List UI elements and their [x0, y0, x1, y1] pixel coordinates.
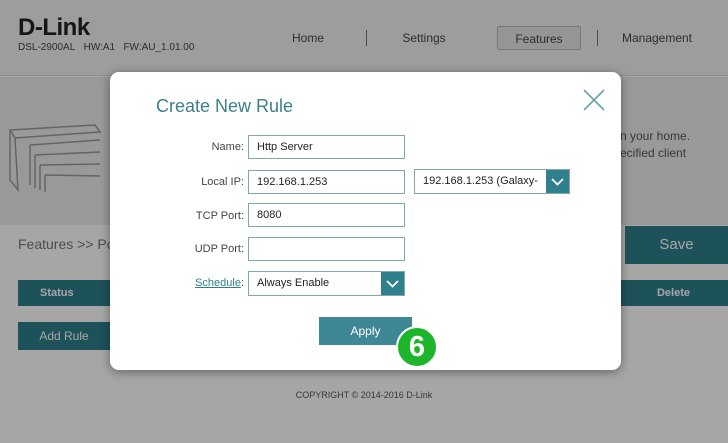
create-rule-dialog: Create New Rule Name: Local IP: 192.168.… — [110, 72, 621, 370]
schedule-colon: : — [240, 277, 244, 289]
dialog-title: Create New Rule — [156, 96, 294, 116]
chevron-down-icon — [381, 272, 404, 295]
local-ip-field[interactable] — [248, 170, 405, 194]
chevron-down-icon — [546, 170, 569, 193]
step-badge: 6 — [396, 326, 438, 368]
tcp-port-field[interactable] — [248, 203, 405, 227]
name-label: Name: — [211, 141, 244, 153]
schedule-select-value: Always Enable — [257, 277, 330, 289]
schedule-label: Schedule: — [122, 277, 244, 289]
schedule-link[interactable]: Schedule — [195, 277, 241, 289]
name-field[interactable] — [248, 135, 405, 159]
udp-port-field[interactable] — [248, 237, 405, 261]
udp-port-label: UDP Port: — [194, 243, 244, 255]
local-ip-select-value: 192.168.1.253 (Galaxy- — [423, 175, 538, 187]
local-ip-select[interactable]: 192.168.1.253 (Galaxy- — [414, 169, 570, 194]
schedule-select[interactable]: Always Enable — [248, 271, 405, 296]
local-ip-label: Local IP: — [201, 176, 244, 188]
close-icon[interactable] — [582, 88, 606, 112]
tcp-port-label: TCP Port: — [195, 210, 244, 222]
